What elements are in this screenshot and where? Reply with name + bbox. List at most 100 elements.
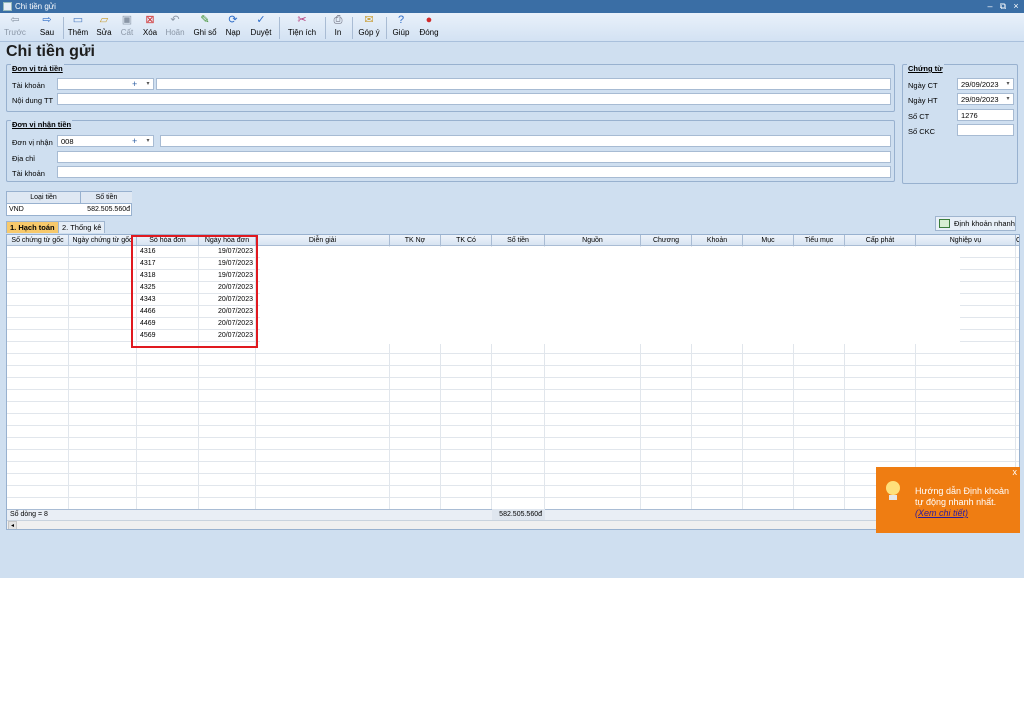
voucher-number-label: Số CT — [908, 112, 930, 121]
payee-group: Đơn vị nhận tiền Đơn vị nhận 008 + ▾ Địa… — [6, 120, 895, 182]
currency-amount-cell[interactable]: 582.505.560đ — [81, 204, 132, 216]
scroll-left-icon[interactable]: ◂ — [8, 521, 17, 529]
payee-address-field[interactable] — [57, 151, 891, 163]
close-window-button[interactable]: × — [1010, 0, 1022, 13]
col-header-allocation[interactable]: Cấp phát — [845, 235, 916, 246]
col-header-description[interactable]: Diễn giải — [256, 235, 390, 246]
currency-type-header: Loại tiền — [7, 192, 81, 204]
empty-grid-row — [7, 378, 1019, 390]
undo-button[interactable]: ↶ Hoãn — [163, 14, 187, 41]
title-bar: Chi tiền gửi – ⧉ × — [0, 0, 1024, 13]
check-icon: ✓ — [256, 14, 266, 26]
col-header-source[interactable]: Nguồn — [545, 235, 641, 246]
col-header-section[interactable]: Mục — [743, 235, 794, 246]
redacted-area — [171, 137, 321, 145]
notification-close-button[interactable]: x — [1013, 467, 1018, 477]
empty-grid-row — [7, 354, 1019, 366]
quick-entry-button[interactable]: Định khoản nhanh — [935, 216, 1016, 231]
col-header-chapter[interactable]: Chương — [641, 235, 692, 246]
col-header-source-doc-no[interactable]: Số chứng từ gốc — [7, 235, 69, 246]
save-button[interactable]: ▣ Cất — [117, 14, 137, 41]
voucher-ckc-label: Số CKC — [908, 127, 936, 136]
empty-grid-row — [7, 390, 1019, 402]
toolbar-separator — [352, 17, 353, 39]
horizontal-scrollbar[interactable]: ◂ — [7, 520, 1019, 529]
redacted-area — [217, 80, 277, 88]
empty-grid-row — [7, 366, 1019, 378]
payer-account-combo[interactable]: + ▾ — [57, 78, 154, 90]
redacted-area — [260, 247, 960, 344]
help-icon: ? — [397, 14, 405, 26]
col-header-item[interactable]: Khoản — [692, 235, 743, 246]
payee-name-field[interactable] — [160, 135, 891, 147]
chevron-down-icon: ▾ — [146, 138, 150, 144]
voucher-date-ct-field[interactable]: 29/09/2023 ▾ — [957, 78, 1014, 90]
col-header-debit-account[interactable]: TK Nợ — [390, 235, 441, 246]
feedback-button[interactable]: ✉ Góp ý — [356, 14, 382, 41]
help-button[interactable]: ? Giúp — [390, 14, 412, 41]
next-button[interactable]: ⇨ Sau — [35, 14, 59, 41]
edit-document-icon: ▱ — [99, 14, 109, 26]
main-window: Chi tiền gửi – ⧉ × ⇦ Trước ⇨ Sau ▭ Thêm … — [0, 0, 1024, 578]
payer-group: Đơn vị trả tiền Tài khoản + ▾ Nội dung T… — [6, 64, 895, 112]
empty-grid-row — [7, 438, 1019, 450]
chevron-down-icon: ▾ — [1006, 96, 1010, 102]
post-button[interactable]: ✎ Ghi sổ — [192, 14, 218, 41]
tab-accounting[interactable]: 1. Hạch toán — [6, 221, 59, 233]
empty-grid-row — [7, 474, 1019, 486]
notification-popup[interactable]: x Hướng dẫn Định khoản tự động nhanh nhấ… — [876, 467, 1020, 533]
payee-group-title: Đơn vị nhận tiền — [11, 120, 73, 129]
col-header-subsection[interactable]: Tiểu mục — [794, 235, 845, 246]
empty-grid-row — [7, 414, 1019, 426]
voucher-ckc-field[interactable] — [957, 124, 1014, 136]
quick-entry-icon — [939, 219, 950, 228]
col-header-source-doc-date[interactable]: Ngày chứng từ gốc — [69, 235, 137, 246]
col-header-operation[interactable]: Nghiệp vụ — [916, 235, 1016, 246]
col-header-amount[interactable]: Số tiền — [492, 235, 545, 246]
printer-icon: ⎙ — [333, 14, 343, 26]
utilities-button[interactable]: ✂ Tiện ích — [284, 14, 320, 41]
app-icon — [3, 2, 12, 11]
empty-grid-row — [7, 426, 1019, 438]
empty-grid-row — [7, 462, 1019, 474]
save-icon: ▣ — [121, 14, 133, 26]
plus-icon: + — [132, 79, 138, 89]
empty-grid-row — [7, 486, 1019, 498]
edit-button[interactable]: ▱ Sửa — [93, 14, 115, 41]
add-button[interactable]: ▭ Thêm — [66, 14, 90, 41]
delete-icon: ⊠ — [145, 14, 155, 26]
redacted-area — [258, 95, 478, 103]
notification-details-link[interactable]: (Xem chi tiết) — [915, 508, 968, 518]
col-header-extra[interactable]: C — [1016, 235, 1019, 246]
voucher-number-field[interactable]: 1276 — [957, 109, 1014, 121]
approve-button[interactable]: ✓ Duyệt — [248, 14, 274, 41]
payer-content-label: Nội dung TT — [12, 96, 54, 105]
payee-address-label: Địa chỉ — [12, 154, 35, 163]
restore-button[interactable]: ⧉ — [997, 0, 1009, 13]
load-button[interactable]: ⟳ Nạp — [222, 14, 244, 41]
col-header-credit-account[interactable]: TK Có — [441, 235, 492, 246]
undo-icon: ↶ — [170, 14, 180, 26]
payee-unit-combo[interactable]: 008 + ▾ — [57, 135, 154, 147]
toolbar-separator — [63, 17, 64, 39]
payment-content-field[interactable] — [57, 93, 891, 105]
prev-button[interactable]: ⇦ Trước — [3, 14, 27, 41]
print-button[interactable]: ⎙ In — [328, 14, 348, 41]
currency-type-cell[interactable]: VND — [7, 204, 81, 216]
chevron-down-icon: ▾ — [1006, 81, 1010, 87]
payer-group-title: Đơn vị trả tiền — [11, 64, 64, 73]
payee-account-field[interactable] — [57, 166, 891, 178]
arrow-left-icon: ⇦ — [10, 14, 20, 26]
arrow-right-icon: ⇨ — [42, 14, 52, 26]
voucher-date-ht-field[interactable]: 29/09/2023 ▾ — [957, 93, 1014, 105]
tab-statistics[interactable]: 2. Thống kê — [58, 221, 106, 233]
close-button[interactable]: ● Đóng — [417, 14, 441, 41]
voucher-group-title: Chứng từ — [907, 64, 944, 73]
toolbar: ⇦ Trước ⇨ Sau ▭ Thêm ▱ Sửa ▣ Cất ⊠ Xóa ↶… — [0, 13, 1024, 42]
total-amount-label: 582.505.560đ — [492, 509, 545, 520]
minimize-button[interactable]: – — [984, 0, 996, 13]
delete-button[interactable]: ⊠ Xóa — [139, 14, 161, 41]
payer-name-field[interactable] — [156, 78, 891, 90]
pencil-icon: ✎ — [200, 14, 210, 26]
plus-icon: + — [132, 136, 138, 146]
